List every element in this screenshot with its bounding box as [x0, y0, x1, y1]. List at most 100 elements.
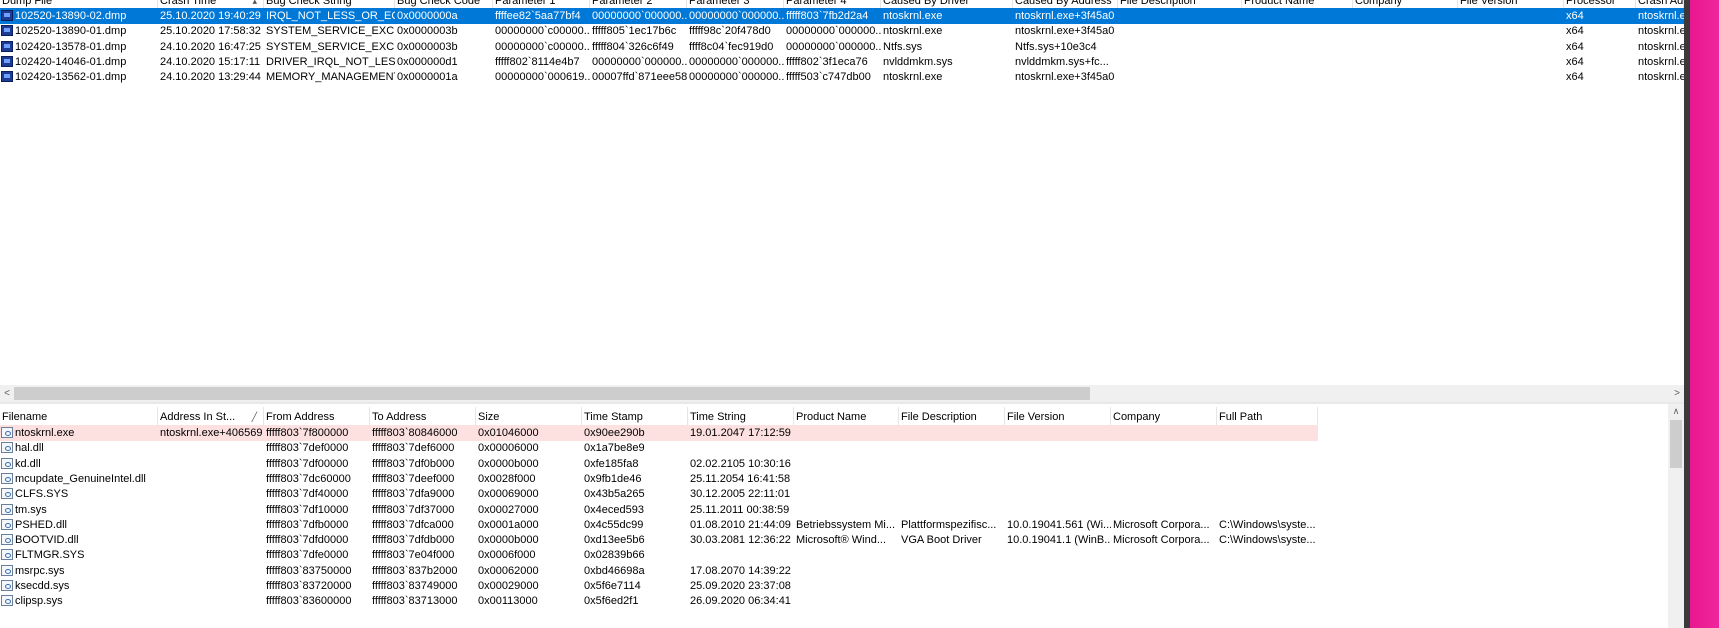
cell-file-version [1458, 23, 1564, 39]
cell-crash-address: ntoskrnl.e [1638, 25, 1684, 38]
loaded-module-row[interactable]: PSHED.dll fffff803`7dfb0000 fffff803`7dfca… [0, 517, 1318, 533]
cell-time-stamp: 0x5f6e7114 [584, 580, 641, 592]
cell-file-version [1005, 425, 1111, 441]
driver-list-pane: Filename Address In St... ╱ From Address To … [0, 404, 1684, 628]
cell-from-address: fffff803`7dfe0000 [266, 549, 349, 562]
column-header-label: Filename [2, 411, 48, 423]
column-header-time-stamp[interactable]: Time Stamp [582, 407, 688, 427]
cell-file-version [1458, 69, 1564, 85]
crash-list-pane: Dump File Crash Time ▴ Bug Check String Bug … [0, 0, 1684, 388]
column-header-company[interactable]: Company [1111, 407, 1217, 427]
cell-crash-time: 25.10.2020 17:58:32 [160, 25, 261, 38]
module-file-icon [1, 580, 13, 591]
column-header-label: Parameter 3 [689, 0, 750, 7]
filename-text: 102520-13890-02.dmp [15, 10, 127, 22]
cell-time-stamp: 0xbd46698a [584, 564, 645, 577]
cell-time-string: 19.01.2047 17:12:59 [690, 427, 791, 439]
vertical-scroll-thumb[interactable] [1670, 420, 1682, 468]
column-header-file-version[interactable]: File Version [1005, 407, 1111, 427]
column-header-filename[interactable]: Filename [0, 407, 158, 427]
cell-file-description [899, 502, 1005, 518]
cell-filename: FLTMGR.SYS [0, 547, 158, 563]
loaded-module-row[interactable]: kd.dll fffff803`7df00000 fffff803`7df0b000… [0, 456, 1318, 472]
crash-dump-row[interactable]: 102420-14046-01.dmp 24.10.2020 15:17:11 DR… [0, 54, 1684, 70]
cell-filename: hal.dll [0, 440, 158, 456]
cell-product-name [1242, 23, 1353, 39]
cell-bug-check-code: 0x0000000a [397, 10, 458, 22]
loaded-module-row[interactable]: CLFS.SYS fffff803`7df40000 fffff803`7dfa90… [0, 486, 1318, 502]
horizontal-scrollbar[interactable]: < > [0, 385, 1684, 402]
loaded-module-row[interactable]: FLTMGR.SYS fffff803`7dfe0000 fffff803`7e04… [0, 547, 1318, 563]
scroll-right-icon[interactable]: > [1670, 385, 1684, 402]
cell-parameter-3: 00000000`000000... [689, 71, 784, 84]
cell-file-version [1458, 8, 1564, 24]
cell-parameter-1: ffffee82`5aa77bf4 [495, 10, 581, 22]
column-header-file-description[interactable]: File Description [899, 407, 1005, 427]
horizontal-scroll-thumb[interactable] [14, 387, 1090, 400]
column-header-label: Product Name [1244, 0, 1315, 7]
column-header-label: Bug Check String [266, 0, 352, 7]
cell-size: 0x00062000 [478, 564, 539, 577]
scroll-up-icon[interactable]: ∧ [1668, 404, 1684, 418]
dump-file-icon [1, 25, 13, 37]
module-file-icon [1, 442, 13, 454]
column-header-from-address[interactable]: From Address [264, 407, 370, 427]
crash-dump-row[interactable]: 102420-13562-01.dmp 24.10.2020 13:29:44 ME… [0, 69, 1684, 85]
loaded-module-row[interactable]: mcupdate_GenuineIntel.dll fffff803`7dc600… [0, 471, 1318, 487]
loaded-module-row[interactable]: ksecdd.sys fffff803`83720000 fffff803`8374… [0, 578, 1318, 594]
cell-full-path [1217, 425, 1318, 441]
cell-full-path [1217, 593, 1318, 609]
cell-bug-check-string: IRQL_NOT_LESS_OR_EQ... [266, 10, 395, 22]
loaded-module-row[interactable]: hal.dll fffff803`7def0000 fffff803`7def600… [0, 440, 1318, 456]
column-header-to-address[interactable]: To Address [370, 407, 476, 427]
column-header-product-name[interactable]: Product Name [794, 407, 899, 427]
cell-to-address: fffff803`7e04f000 [372, 549, 455, 562]
loaded-module-row[interactable]: tm.sys fffff803`7df10000 fffff803`7df37000… [0, 502, 1318, 518]
cell-company [1111, 593, 1217, 609]
cell-company [1353, 69, 1458, 85]
scroll-left-icon[interactable]: < [0, 385, 14, 402]
cell-processor: x64 [1566, 40, 1584, 53]
column-header-label: Company [1355, 0, 1403, 7]
column-header-address-in-st[interactable]: Address In St... ╱ [158, 407, 264, 427]
filename-text: mcupdate_GenuineIntel.dll [15, 472, 146, 485]
loaded-module-row[interactable]: clipsp.sys fffff803`83600000 fffff803`8371… [0, 593, 1318, 609]
cell-from-address: fffff803`83750000 [266, 564, 352, 577]
cell-address-in-st [158, 440, 264, 456]
cell-file-description [899, 471, 1005, 487]
loaded-module-row[interactable]: ntoskrnl.exe ntoskrnl.exe+406569 fffff803`… [0, 425, 1318, 441]
cell-address-in-st [158, 578, 264, 594]
loaded-module-row[interactable]: msrpc.sys fffff803`83750000 fffff803`837b2… [0, 563, 1318, 579]
vertical-scrollbar[interactable]: ∧ [1668, 404, 1684, 628]
cell-address-in-st: ntoskrnl.exe+406569 [160, 427, 263, 439]
column-header-label: File Version [1460, 0, 1518, 7]
cell-time-stamp: 0xfe185fa8 [584, 457, 639, 470]
cell-product-name [1242, 39, 1353, 55]
cell-size: 0x0006f000 [478, 549, 536, 562]
cell-size: 0x00006000 [478, 442, 539, 455]
cell-time-string [688, 547, 794, 563]
crash-dump-row[interactable]: 102420-13578-01.dmp 24.10.2020 16:47:25 SY… [0, 39, 1684, 55]
cell-bug-check-string: SYSTEM_SERVICE_EXCEP... [266, 25, 395, 38]
column-header-label: Address In St... [160, 411, 236, 423]
cell-time-stamp: 0x4c55dc99 [584, 518, 644, 531]
cell-bug-check-code: 0x000000d1 [397, 55, 458, 68]
cell-to-address: fffff803`7def6000 [372, 442, 455, 455]
cell-processor: x64 [1566, 71, 1584, 84]
filename-text: 102420-14046-01.dmp [15, 55, 127, 68]
cell-crash-time: 24.10.2020 15:17:11 [160, 55, 261, 68]
crash-dump-row[interactable]: 102520-13890-01.dmp 25.10.2020 17:58:32 SY… [0, 23, 1684, 39]
column-header-size[interactable]: Size [476, 407, 582, 427]
column-header-label: File Version [1007, 411, 1065, 423]
column-header-full-path[interactable]: Full Path [1217, 407, 1318, 427]
cell-full-path [1217, 440, 1318, 456]
cell-crash-time: 25.10.2020 19:40:29 [160, 10, 261, 22]
cell-size: 0x0001a000 [478, 518, 539, 531]
crash-dump-row[interactable]: 102520-13890-02.dmp 25.10.2020 19:40:29 IR… [0, 8, 1684, 24]
cell-time-stamp: 0x4eced593 [584, 503, 644, 516]
loaded-module-row[interactable]: BOOTVID.dll fffff803`7dfd0000 fffff803`7df… [0, 532, 1318, 548]
column-header-label: Caused By Address [1015, 0, 1112, 7]
cell-product-name [794, 547, 899, 563]
column-header-time-string[interactable]: Time String [688, 407, 794, 427]
cell-file-description [899, 425, 1005, 441]
